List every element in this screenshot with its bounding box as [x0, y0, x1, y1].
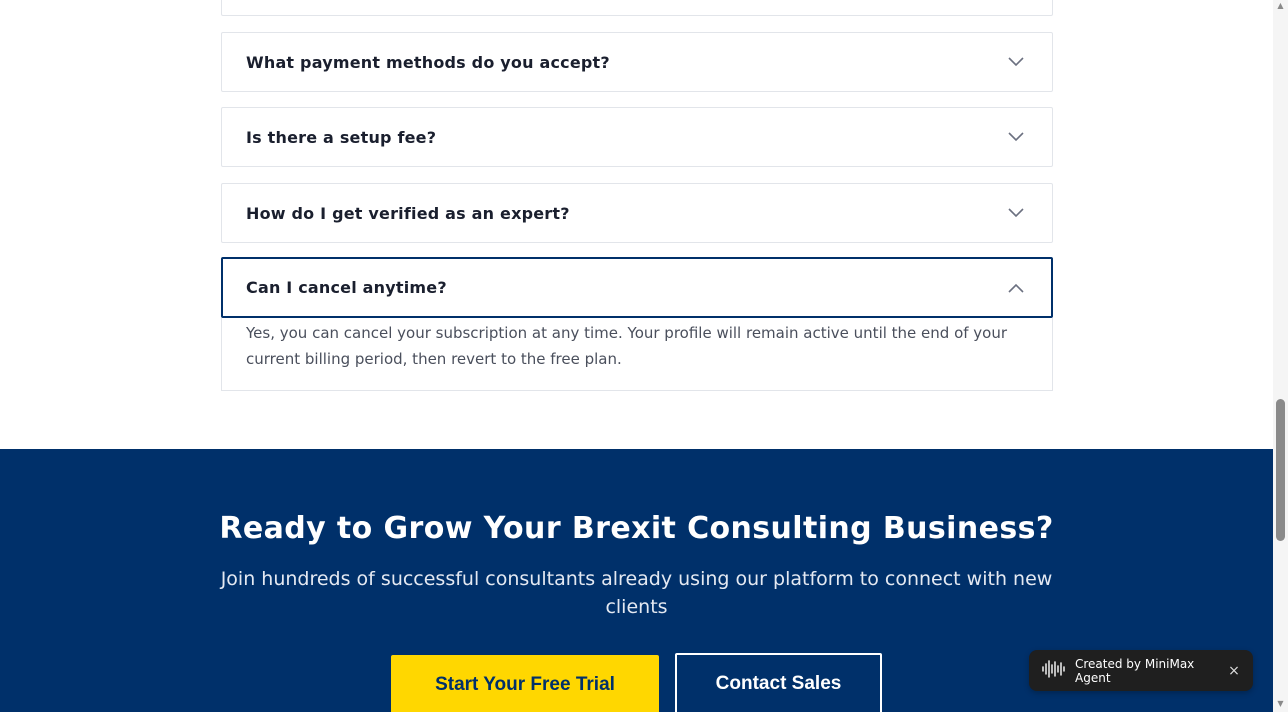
faq-question: What payment methods do you accept?: [246, 52, 610, 72]
scroll-down-arrow-icon[interactable]: ▼: [1276, 700, 1285, 708]
waveform-icon: [1041, 660, 1067, 681]
close-icon[interactable]: ×: [1227, 663, 1241, 679]
cta-title: Ready to Grow Your Brexit Consulting Bus…: [219, 511, 1054, 546]
contact-sales-button[interactable]: Contact Sales: [675, 653, 882, 712]
faq-item-expanded[interactable]: Can I cancel anytime? Yes, you can cance…: [221, 257, 1053, 391]
start-free-trial-button[interactable]: Start Your Free Trial: [391, 655, 659, 712]
scrollbar[interactable]: ▲ ▼: [1273, 0, 1288, 712]
faq-item[interactable]: How do I get verified as an expert?: [221, 183, 1053, 243]
faq-question-toggle[interactable]: What payment methods do you accept?: [222, 33, 1052, 91]
chevron-down-icon: [1007, 128, 1025, 146]
chevron-up-icon: [1007, 279, 1025, 297]
faq-item-previous-partial[interactable]: [221, 0, 1053, 16]
faq-question: How do I get verified as an expert?: [246, 203, 570, 223]
faq-question: Can I cancel anytime?: [246, 278, 447, 297]
faq-item[interactable]: What payment methods do you accept?: [221, 32, 1053, 92]
faq-item[interactable]: Is there a setup fee?: [221, 107, 1053, 167]
scroll-up-arrow-icon[interactable]: ▲: [1276, 2, 1285, 10]
faq-question: Is there a setup fee?: [246, 127, 437, 147]
faq-answer: Yes, you can cancel your subscription at…: [221, 318, 1053, 391]
faq-question-toggle[interactable]: How do I get verified as an expert?: [222, 184, 1052, 242]
cta-subtitle: Join hundreds of successful consultants …: [220, 568, 1053, 618]
faq-question-toggle[interactable]: Can I cancel anytime?: [221, 257, 1053, 318]
created-by-badge[interactable]: Created by MiniMax Agent ×: [1029, 650, 1253, 691]
chevron-down-icon: [1007, 204, 1025, 222]
chevron-down-icon: [1007, 53, 1025, 71]
scrollbar-thumb[interactable]: [1276, 399, 1285, 541]
faq-question-toggle[interactable]: Is there a setup fee?: [222, 108, 1052, 166]
badge-label: Created by MiniMax Agent: [1075, 656, 1195, 685]
